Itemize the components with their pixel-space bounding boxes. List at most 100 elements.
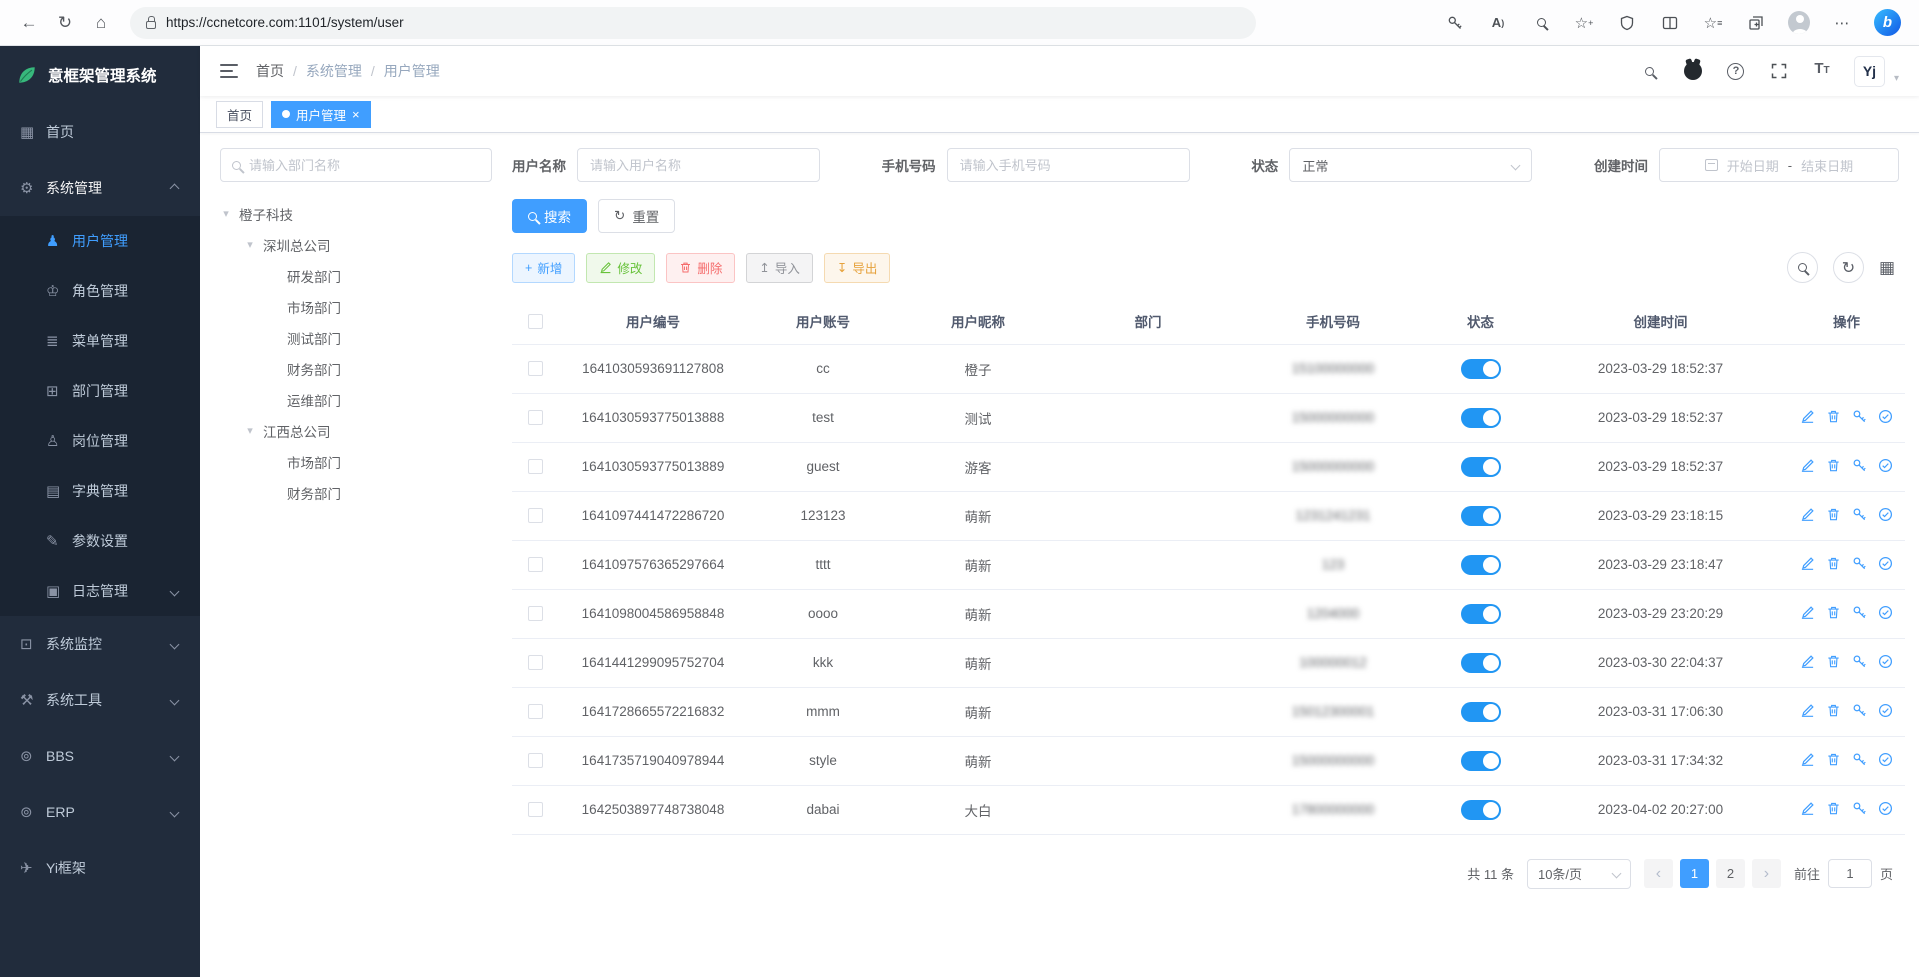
dept-search-input[interactable] xyxy=(249,158,480,173)
home-icon[interactable]: ⌂ xyxy=(86,8,116,38)
reset-password-icon[interactable] xyxy=(1852,409,1867,424)
delete-icon[interactable] xyxy=(1826,458,1841,473)
reload-icon[interactable]: ↻ xyxy=(50,8,80,38)
status-toggle[interactable] xyxy=(1461,800,1501,820)
status-toggle[interactable] xyxy=(1461,751,1501,771)
edit-icon[interactable] xyxy=(1800,507,1815,522)
prev-page-button[interactable]: ‹ xyxy=(1644,859,1673,888)
table-row[interactable]: 1641030593775013888 test 测试 15000000000 … xyxy=(512,393,1905,442)
bing-icon[interactable]: b xyxy=(1874,9,1901,36)
read-aloud-icon[interactable]: A) xyxy=(1487,12,1509,34)
status-toggle[interactable] xyxy=(1461,653,1501,673)
sidebar-item-system-tools[interactable]: ⚒系统工具 xyxy=(0,672,200,728)
assign-role-icon[interactable] xyxy=(1878,801,1893,816)
tree-node[interactable]: ▾深圳总公司 xyxy=(220,229,492,260)
delete-icon[interactable] xyxy=(1826,654,1841,669)
assign-role-icon[interactable] xyxy=(1878,654,1893,669)
sidebar-item-log-management[interactable]: ▣日志管理 xyxy=(0,566,200,616)
status-toggle[interactable] xyxy=(1461,359,1501,379)
sidebar-item-dept-management[interactable]: ⊞部门管理 xyxy=(0,366,200,416)
reset-password-icon[interactable] xyxy=(1852,801,1867,816)
page-size-select[interactable]: 10条/页 xyxy=(1527,859,1631,889)
page-button-2[interactable]: 2 xyxy=(1716,859,1745,888)
assign-role-icon[interactable] xyxy=(1878,556,1893,571)
edit-icon[interactable] xyxy=(1800,409,1815,424)
edit-icon[interactable] xyxy=(1800,703,1815,718)
table-row[interactable]: 1641097441472286720 123123 萌新 1231241231… xyxy=(512,491,1905,540)
row-checkbox[interactable] xyxy=(528,753,543,768)
tree-node[interactable]: 运维部门 xyxy=(220,384,492,415)
status-select[interactable]: 正常 xyxy=(1289,148,1532,182)
zoom-icon[interactable] xyxy=(1530,12,1552,34)
sidebar-item-erp[interactable]: ⊚ERP xyxy=(0,784,200,840)
close-tab-icon[interactable]: × xyxy=(352,108,360,121)
reset-password-icon[interactable] xyxy=(1852,507,1867,522)
sidebar-item-system-management[interactable]: ⚙系统管理 xyxy=(0,160,200,216)
edit-icon[interactable] xyxy=(1800,752,1815,767)
collections-icon[interactable] xyxy=(1745,12,1767,34)
assign-role-icon[interactable] xyxy=(1878,458,1893,473)
sidebar-item-role-management[interactable]: ♔角色管理 xyxy=(0,266,200,316)
tree-node[interactable]: 市场部门 xyxy=(220,446,492,477)
reset-password-icon[interactable] xyxy=(1852,458,1867,473)
add-favorite-icon[interactable]: ☆+ xyxy=(1573,12,1595,34)
edit-icon[interactable] xyxy=(1800,458,1815,473)
sidebar-item-menu-management[interactable]: ≣菜单管理 xyxy=(0,316,200,366)
tab-home[interactable]: 首页 xyxy=(216,101,263,128)
assign-role-icon[interactable] xyxy=(1878,409,1893,424)
edit-icon[interactable] xyxy=(1800,801,1815,816)
row-checkbox[interactable] xyxy=(528,704,543,719)
edit-icon[interactable] xyxy=(1800,654,1815,669)
reset-password-icon[interactable] xyxy=(1852,703,1867,718)
add-button[interactable]: +新增 xyxy=(512,253,575,283)
date-range-picker[interactable]: 开始日期 - 结束日期 xyxy=(1659,148,1899,182)
tree-node[interactable]: 财务部门 xyxy=(220,353,492,384)
search-button[interactable]: 搜索 xyxy=(512,199,587,233)
export-button[interactable]: ↧导出 xyxy=(824,253,891,283)
sidebar-item-system-monitor[interactable]: ⊡系统监控 xyxy=(0,616,200,672)
row-checkbox[interactable] xyxy=(528,459,543,474)
row-checkbox[interactable] xyxy=(528,361,543,376)
row-checkbox[interactable] xyxy=(528,606,543,621)
table-row[interactable]: 1641728665572216832 mmm 萌新 15012300001 2… xyxy=(512,687,1905,736)
row-checkbox[interactable] xyxy=(528,410,543,425)
delete-icon[interactable] xyxy=(1826,801,1841,816)
collapse-sidebar-icon[interactable] xyxy=(220,64,238,78)
goto-page-input[interactable] xyxy=(1828,859,1872,888)
row-checkbox[interactable] xyxy=(528,508,543,523)
browser-profile-avatar[interactable] xyxy=(1788,12,1810,34)
tree-node[interactable]: 市场部门 xyxy=(220,291,492,322)
reset-password-icon[interactable] xyxy=(1852,752,1867,767)
reset-button[interactable]: ↻ 重置 xyxy=(598,199,675,233)
table-row[interactable]: 1641735719040978944 style 萌新 15000000000… xyxy=(512,736,1905,785)
delete-icon[interactable] xyxy=(1826,752,1841,767)
table-row[interactable]: 1641441299095752704 kkk 萌新 100000012 202… xyxy=(512,638,1905,687)
reset-password-icon[interactable] xyxy=(1852,605,1867,620)
next-page-button[interactable]: › xyxy=(1752,859,1781,888)
page-button-1[interactable]: 1 xyxy=(1680,859,1709,888)
row-checkbox[interactable] xyxy=(528,655,543,670)
assign-role-icon[interactable] xyxy=(1878,703,1893,718)
delete-button[interactable]: 删除 xyxy=(666,253,735,283)
assign-role-icon[interactable] xyxy=(1878,507,1893,522)
sidebar-item-bbs[interactable]: ⊚BBS xyxy=(0,728,200,784)
reset-password-icon[interactable] xyxy=(1852,654,1867,669)
tree-node[interactable]: 财务部门 xyxy=(220,477,492,508)
toggle-search-button[interactable] xyxy=(1787,252,1818,283)
column-settings-icon[interactable]: ▦ xyxy=(1879,258,1895,278)
assign-role-icon[interactable] xyxy=(1878,605,1893,620)
phone-input[interactable] xyxy=(947,148,1190,182)
delete-icon[interactable] xyxy=(1826,507,1841,522)
table-row[interactable]: 1641098004586958848 oooo 萌新 1204000 2023… xyxy=(512,589,1905,638)
status-toggle[interactable] xyxy=(1461,408,1501,428)
password-key-icon[interactable] xyxy=(1444,12,1466,34)
edit-icon[interactable] xyxy=(1800,605,1815,620)
status-toggle[interactable] xyxy=(1461,555,1501,575)
delete-icon[interactable] xyxy=(1826,605,1841,620)
address-bar[interactable]: https://ccnetcore.com:1101/system/user xyxy=(130,7,1256,39)
import-button[interactable]: ↥导入 xyxy=(746,253,813,283)
split-screen-icon[interactable] xyxy=(1659,12,1681,34)
browser-more-icon[interactable]: ⋯ xyxy=(1831,12,1853,34)
sidebar-item-dict-management[interactable]: ▤字典管理 xyxy=(0,466,200,516)
status-toggle[interactable] xyxy=(1461,457,1501,477)
